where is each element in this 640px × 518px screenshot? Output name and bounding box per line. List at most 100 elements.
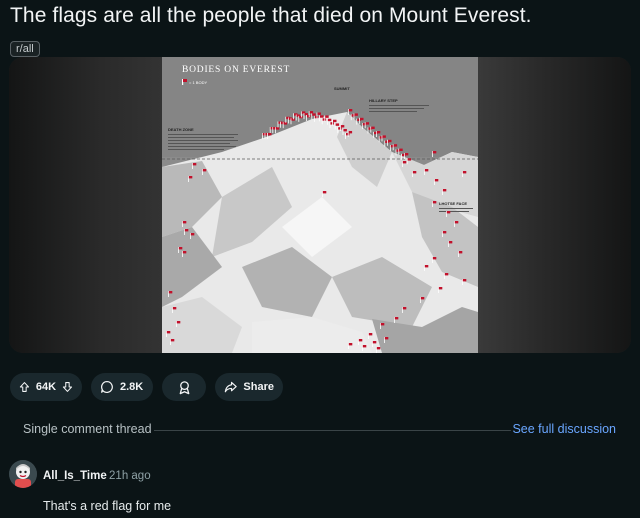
flag-pole <box>340 125 341 132</box>
body-flag <box>335 123 340 126</box>
flag-pole <box>269 126 271 133</box>
flag-pole <box>176 321 177 327</box>
body-flag <box>362 345 367 348</box>
flag-pole <box>412 171 413 177</box>
flag-pole <box>442 189 443 195</box>
flag-pole <box>306 115 307 121</box>
body-flag <box>333 119 337 123</box>
body-flag <box>343 128 347 132</box>
body-flag <box>382 135 386 138</box>
flag-pole <box>398 148 400 155</box>
avatar-image <box>9 460 37 488</box>
flag-pole <box>272 127 274 134</box>
body-flag <box>462 279 467 282</box>
flag-pole <box>182 221 183 227</box>
flag-pole <box>188 176 189 182</box>
post-image[interactable]: BODIES ON EVEREST = 1 BODY SUMMIT HILLAR… <box>9 57 631 353</box>
body-flag <box>312 113 316 116</box>
body-flag <box>184 229 189 232</box>
flag-pole <box>424 265 425 271</box>
body-flag <box>393 144 398 147</box>
avatar[interactable] <box>9 460 37 488</box>
flag-pole <box>285 116 287 123</box>
body-flag <box>340 125 345 128</box>
body-flag <box>442 231 447 234</box>
body-flag <box>432 151 437 154</box>
flag-pole <box>402 307 403 313</box>
body-flag <box>338 127 342 130</box>
flag-pole <box>178 247 179 253</box>
thread-divider <box>154 430 511 431</box>
body-flag <box>404 153 409 156</box>
award-button[interactable] <box>162 373 206 401</box>
flag-pole <box>264 132 266 139</box>
comment-count: 2.8K <box>120 381 144 393</box>
body-flag <box>442 189 447 192</box>
body-flag <box>275 127 280 130</box>
body-flag <box>380 323 385 326</box>
flag-pole <box>376 347 377 353</box>
body-flag <box>170 339 175 342</box>
flag-pole <box>293 113 294 120</box>
comment-author[interactable]: All_Is_Time <box>43 470 107 482</box>
flag-pole <box>316 112 318 119</box>
flag-pole <box>172 307 173 313</box>
body-flag <box>407 158 412 161</box>
flag-pole <box>353 113 355 120</box>
flag-pole <box>404 153 405 159</box>
flag-pole <box>192 163 193 169</box>
body-flag <box>166 331 171 334</box>
flag-pole <box>295 114 297 121</box>
flag-pole <box>432 257 433 263</box>
flag-pole <box>381 135 383 142</box>
body-flag <box>360 117 364 121</box>
flag-pole <box>434 179 435 185</box>
body-flag <box>420 297 425 300</box>
flag-pole <box>290 118 292 125</box>
flag-pole <box>401 153 402 160</box>
subreddit-chip[interactable]: r/all <box>10 41 40 57</box>
hillary-step-label: HILLARY STEP <box>369 98 398 103</box>
flag-pole <box>319 115 320 122</box>
upvote-icon[interactable] <box>19 380 30 394</box>
comment-time: · 21h ago <box>102 470 151 482</box>
flag-pole <box>364 122 366 129</box>
share-icon <box>224 381 237 393</box>
flag-pole <box>337 127 339 134</box>
flag-pole <box>395 149 397 156</box>
flag-pole <box>432 151 433 157</box>
body-flag <box>458 251 463 254</box>
downvote-icon[interactable] <box>62 380 73 394</box>
flag-pole <box>378 136 380 143</box>
body-flag <box>402 307 407 310</box>
flag-pole <box>308 111 310 118</box>
flag-pole <box>334 123 336 130</box>
comments-button[interactable]: 2.8K <box>91 373 153 401</box>
body-flag <box>299 115 303 119</box>
flag-pole <box>384 337 385 343</box>
see-full-discussion-link[interactable]: See full discussion <box>512 422 616 436</box>
action-bar: 64K 2.8K Share <box>10 373 283 401</box>
body-flag <box>358 339 363 342</box>
thread-header: Single comment thread See full discussio… <box>23 422 620 438</box>
flag-pole <box>329 122 331 129</box>
post-title[interactable]: The flags are all the people that died o… <box>10 4 532 28</box>
body-flag <box>283 122 288 125</box>
share-button[interactable]: Share <box>215 373 283 401</box>
poster-legend: = 1 BODY <box>189 80 207 85</box>
flag-pole <box>387 139 388 146</box>
flag-pole <box>448 241 449 247</box>
body-flag <box>424 265 429 268</box>
flag-pole <box>462 171 463 177</box>
body-flag <box>384 337 389 340</box>
body-flag <box>372 341 377 344</box>
flag-pole <box>376 131 377 137</box>
body-flag <box>444 273 449 276</box>
flag-pole <box>327 118 328 125</box>
body-flag <box>376 131 381 134</box>
flag-pole <box>420 297 421 303</box>
body-flag <box>388 139 392 143</box>
flag-pole <box>367 127 369 134</box>
body-flag <box>330 122 334 125</box>
flag-pole <box>348 343 349 349</box>
